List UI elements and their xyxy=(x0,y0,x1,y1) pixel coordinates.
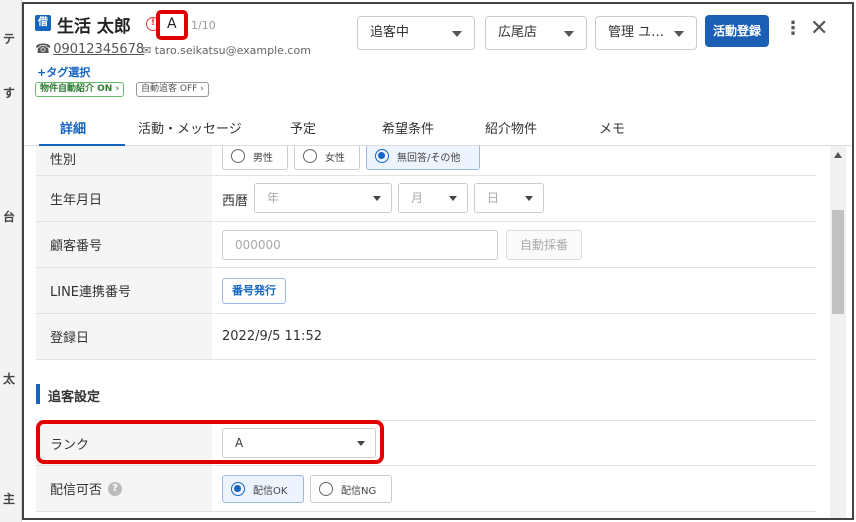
customer-number-input[interactable]: 000000 xyxy=(222,230,498,260)
tab-activity-message[interactable]: 活動・メッセージ xyxy=(138,118,242,137)
radio-checked-icon xyxy=(375,149,389,163)
manager-select[interactable]: 管理 ユ… xyxy=(595,16,697,50)
gender-label: 性別 xyxy=(36,146,212,175)
customer-header: 借 生活 太郎 ! A 1/10 ☎ 09012345678 ✉ taro.sei… xyxy=(24,4,852,104)
tab-preferences[interactable]: 希望条件 xyxy=(382,118,434,137)
content-scrollbar[interactable] xyxy=(830,146,846,518)
customer-number-row: 顧客番号 000000 自動採番 xyxy=(36,222,816,268)
more-options-icon[interactable]: ⋮ xyxy=(784,18,802,42)
line-number-row: LINE連携番号 番号発行 xyxy=(36,268,816,314)
birthdate-row: 生年月日 西暦 年 月 日 xyxy=(36,176,816,222)
chevron-down-icon xyxy=(449,196,457,201)
rental-badge-icon: 借 xyxy=(35,15,51,31)
birth-month-select[interactable]: 月 xyxy=(398,183,468,213)
bg-fragment: 太 xyxy=(3,372,16,386)
bg-fragment: テ xyxy=(3,32,16,46)
scrollbar-thumb[interactable] xyxy=(832,210,844,314)
chevron-down-icon xyxy=(674,31,684,37)
tab-memo[interactable]: メモ xyxy=(599,118,625,137)
background-page-strip: テ す 台 太 主 xyxy=(0,0,22,522)
phone-icon: ☎ xyxy=(35,42,52,57)
chevron-down-icon xyxy=(452,31,462,37)
auto-number-button[interactable]: 自動採番 xyxy=(506,230,582,260)
store-select[interactable]: 広尾店 xyxy=(485,16,587,50)
close-icon[interactable]: ✕ xyxy=(810,16,828,41)
delivery-ng-radio[interactable]: 配信NG xyxy=(310,475,392,503)
rank-highlight-box xyxy=(156,10,188,40)
customer-name: 生活 太郎 xyxy=(57,17,131,37)
customer-detail-panel: 借 生活 太郎 ! A 1/10 ☎ 09012345678 ✉ taro.sei… xyxy=(22,2,854,520)
auto-intro-toggle[interactable]: 物件自動紹介 ON › xyxy=(35,82,125,97)
gender-male-radio[interactable]: 男性 xyxy=(222,146,288,170)
phone-link[interactable]: 09012345678 xyxy=(53,42,144,57)
chevron-down-icon xyxy=(564,31,574,37)
issue-number-button[interactable]: 番号発行 xyxy=(222,278,286,304)
bg-fragment: 台 xyxy=(3,210,16,224)
phone-contact: ☎ 09012345678 xyxy=(35,42,144,57)
bg-fragment: 主 xyxy=(3,492,16,506)
delivery-ok-radio[interactable]: 配信OK xyxy=(222,475,304,503)
gender-row: 性別 男性 女性 無回答/その他 xyxy=(36,146,816,176)
gender-female-radio[interactable]: 女性 xyxy=(294,146,360,170)
rank-count: 1/10 xyxy=(191,19,216,32)
follow-settings-section: 追客設定 xyxy=(36,384,816,424)
section-title: 追客設定 xyxy=(48,390,101,405)
radio-icon xyxy=(303,149,317,163)
activity-register-button[interactable]: 活動登録 xyxy=(705,15,769,47)
delivery-row: 配信可否? 配信OK 配信NG xyxy=(36,466,816,512)
rank-label: ランク xyxy=(36,421,212,465)
delivery-label: 配信可否? xyxy=(36,466,212,511)
section-accent-bar xyxy=(36,384,40,404)
auto-follow-toggle[interactable]: 自動追客 OFF › xyxy=(136,82,209,97)
chevron-down-icon xyxy=(373,196,381,201)
detail-tabs: 詳細 活動・メッセージ 予定 希望条件 紹介物件 メモ xyxy=(24,108,852,147)
rank-select[interactable]: A xyxy=(222,428,376,458)
registered-date-row: 登録日 2022/9/5 11:52 xyxy=(36,314,816,360)
chevron-down-icon xyxy=(357,441,365,446)
chevron-right-icon: › xyxy=(115,84,120,94)
scroll-up-icon[interactable] xyxy=(834,152,842,158)
email-text[interactable]: taro.seikatsu@example.com xyxy=(155,44,311,57)
radio-icon xyxy=(319,482,333,496)
radio-checked-icon xyxy=(231,482,245,496)
era-label: 西暦 xyxy=(222,194,249,209)
registered-date-label: 登録日 xyxy=(36,314,212,359)
tab-introduced-properties[interactable]: 紹介物件 xyxy=(485,118,537,137)
help-icon[interactable]: ? xyxy=(108,481,123,496)
detail-form: 性別 男性 女性 無回答/その他 生年月日 西暦 年 月 日 顧客番号 0000… xyxy=(36,146,816,518)
birth-year-select[interactable]: 年 xyxy=(254,183,392,213)
chevron-right-icon: › xyxy=(200,84,204,94)
email-contact: ✉ taro.seikatsu@example.com xyxy=(142,44,311,57)
tab-schedule[interactable]: 予定 xyxy=(290,118,316,137)
chevron-down-icon xyxy=(525,196,533,201)
bg-fragment: す xyxy=(3,86,16,100)
registered-date-value: 2022/9/5 11:52 xyxy=(222,329,322,344)
mail-icon: ✉ xyxy=(142,44,152,57)
status-select[interactable]: 追客中 xyxy=(357,16,475,50)
line-number-label: LINE連携番号 xyxy=(36,268,212,313)
tab-detail[interactable]: 詳細 xyxy=(60,118,86,137)
radio-icon xyxy=(231,149,245,163)
customer-number-label: 顧客番号 xyxy=(36,222,212,267)
birthdate-label: 生年月日 xyxy=(36,176,212,221)
gender-other-radio[interactable]: 無回答/その他 xyxy=(366,146,480,170)
birth-day-select[interactable]: 日 xyxy=(474,183,544,213)
tag-select-link[interactable]: +タグ選択 xyxy=(37,64,90,80)
rank-row: ランク A xyxy=(36,420,816,466)
